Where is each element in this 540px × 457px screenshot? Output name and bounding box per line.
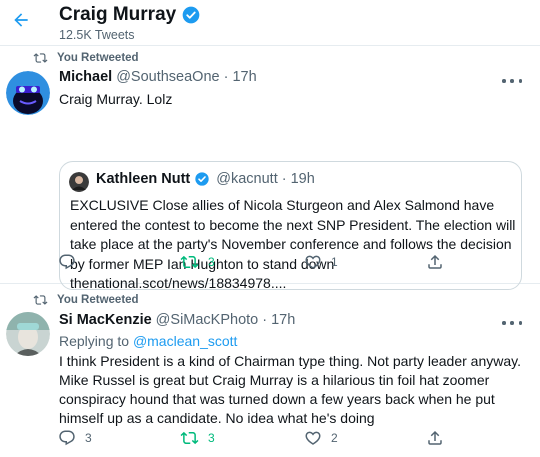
author-handle[interactable]: @SiMacKPhoto xyxy=(156,312,259,328)
replying-to-label: Replying to xyxy=(59,333,130,349)
tweet[interactable]: You Retweeted Michael @SouthseaOne · 17h… xyxy=(0,46,540,291)
retweet-icon xyxy=(180,431,199,445)
profile-title: Craig Murray xyxy=(59,4,201,26)
heart-icon xyxy=(305,255,321,269)
verified-badge-icon xyxy=(194,171,210,187)
share-icon xyxy=(428,254,442,269)
reply-icon xyxy=(59,430,75,446)
avatar[interactable] xyxy=(6,312,50,356)
tweet-header: Michael @SouthseaOne · 17h xyxy=(59,69,257,85)
more-options-button[interactable] xyxy=(502,75,522,87)
more-horizontal-icon xyxy=(502,321,506,325)
replying-to: Replying to @maclean_scott xyxy=(59,333,237,349)
avatar xyxy=(69,172,89,192)
retweet-label: You Retweeted xyxy=(57,294,139,306)
tweet-text: I think President is a kind of Chairman … xyxy=(59,353,521,426)
retweet-context: You Retweeted xyxy=(33,51,139,65)
back-button[interactable] xyxy=(8,7,34,33)
heart-icon xyxy=(305,431,321,445)
tweet-time[interactable]: 17h xyxy=(271,312,295,328)
tweet-count: 12.5K Tweets xyxy=(59,28,135,42)
verified-badge-icon xyxy=(181,5,201,25)
retweet-icon xyxy=(33,53,48,63)
retweet-button[interactable]: 3 xyxy=(180,253,215,271)
like-button[interactable]: 2 xyxy=(304,429,338,447)
quote-text: EXCLUSIVE Close allies of Nicola Sturgeo… xyxy=(70,196,520,294)
separator-dot: · xyxy=(281,171,287,187)
reply-icon xyxy=(59,254,75,270)
reply-count: 3 xyxy=(85,431,92,445)
reply-button[interactable] xyxy=(58,253,85,271)
share-button[interactable] xyxy=(426,429,453,447)
author-name[interactable]: Michael xyxy=(59,69,112,85)
retweet-count: 3 xyxy=(208,255,215,269)
tweet[interactable]: You Retweeted Si MacKenzie @SiMacKPhoto … xyxy=(0,285,540,457)
tweet-time[interactable]: 17h xyxy=(232,69,256,85)
separator-dot: · xyxy=(223,69,229,85)
author-handle[interactable]: @SouthseaOne xyxy=(116,69,219,85)
more-horizontal-icon xyxy=(502,79,506,83)
author-name[interactable]: Si MacKenzie xyxy=(59,312,152,328)
retweet-count: 3 xyxy=(208,431,215,445)
avatar[interactable] xyxy=(6,71,50,115)
quote-author-handle: @kacnutt xyxy=(216,171,278,187)
share-button[interactable] xyxy=(426,253,453,271)
separator-dot: · xyxy=(262,312,268,328)
replying-to-handle[interactable]: @maclean_scott xyxy=(133,333,237,349)
retweet-label: You Retweeted xyxy=(57,52,139,64)
retweet-icon xyxy=(180,255,199,269)
arrow-left-icon xyxy=(14,13,28,27)
tweet-text: Craig Murray. Lolz xyxy=(59,91,173,107)
quote-header: Kathleen Nutt @kacnutt · 19h xyxy=(96,171,315,187)
tweet-actions: 3 3 2 xyxy=(0,429,540,449)
like-button[interactable]: 1 xyxy=(304,253,338,271)
tweet-actions: 3 1 xyxy=(0,253,540,273)
like-count: 1 xyxy=(331,255,338,269)
reply-button[interactable]: 3 xyxy=(58,429,92,447)
profile-name: Craig Murray xyxy=(59,4,177,25)
share-icon xyxy=(428,430,442,445)
like-count: 2 xyxy=(331,431,338,445)
retweet-context: You Retweeted xyxy=(33,293,139,307)
more-options-button[interactable] xyxy=(502,317,522,329)
retweet-icon xyxy=(33,295,48,305)
quote-time: 19h xyxy=(290,171,315,187)
retweet-button[interactable]: 3 xyxy=(180,429,215,447)
tweet-header: Si MacKenzie @SiMacKPhoto · 17h xyxy=(59,312,295,328)
profile-header: Craig Murray 12.5K Tweets xyxy=(0,0,540,46)
quote-author-name: Kathleen Nutt xyxy=(96,171,191,187)
